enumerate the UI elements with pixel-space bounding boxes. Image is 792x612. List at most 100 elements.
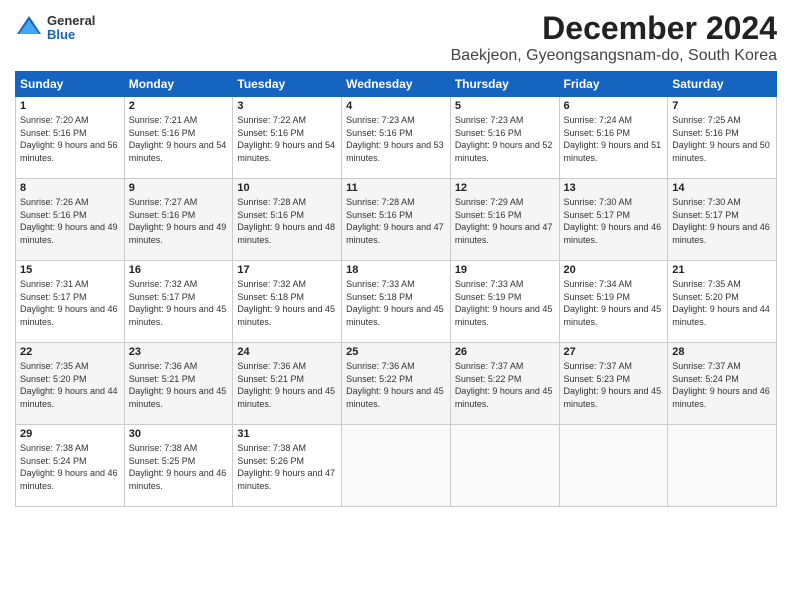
logo-general: General <box>47 14 95 28</box>
day-number: 26 <box>455 346 555 358</box>
calendar-week-row: 15 Sunrise: 7:31 AMSunset: 5:17 PMDayligh… <box>16 261 777 343</box>
day-number: 24 <box>237 346 337 358</box>
day-number: 15 <box>20 264 120 276</box>
table-row: 11 Sunrise: 7:28 AMSunset: 5:16 PMDayligh… <box>342 179 451 261</box>
day-number: 9 <box>129 182 229 194</box>
day-number: 2 <box>129 100 229 112</box>
day-info: Sunrise: 7:33 AMSunset: 5:18 PMDaylight:… <box>346 279 444 327</box>
table-row <box>342 425 451 507</box>
day-number: 27 <box>564 346 664 358</box>
day-info: Sunrise: 7:32 AMSunset: 5:17 PMDaylight:… <box>129 279 227 327</box>
day-number: 20 <box>564 264 664 276</box>
table-row: 25Sunrise: 7:36 AMSunset: 5:22 PMDayligh… <box>342 343 451 425</box>
day-number: 31 <box>237 428 337 440</box>
table-row: 12 Sunrise: 7:29 AMSunset: 5:16 PMDayligh… <box>450 179 559 261</box>
day-info: Sunrise: 7:37 AMSunset: 5:23 PMDaylight:… <box>564 361 662 409</box>
day-number: 1 <box>20 100 120 112</box>
table-row: 31 Sunrise: 7:38 AMSunset: 5:26 PMDayligh… <box>233 425 342 507</box>
day-info: Sunrise: 7:20 AMSunset: 5:16 PMDaylight:… <box>20 115 118 163</box>
page-subtitle: Baekjeon, Gyeongsangsnam-do, South Korea <box>451 47 777 65</box>
day-info: Sunrise: 7:28 AMSunset: 5:16 PMDaylight:… <box>237 197 335 245</box>
day-number: 3 <box>237 100 337 112</box>
day-number: 4 <box>346 100 446 112</box>
col-sunday: Sunday <box>16 72 125 97</box>
day-info: Sunrise: 7:38 AMSunset: 5:26 PMDaylight:… <box>237 443 335 491</box>
day-number: 19 <box>455 264 555 276</box>
day-number: 10 <box>237 182 337 194</box>
day-info: Sunrise: 7:24 AMSunset: 5:16 PMDaylight:… <box>564 115 662 163</box>
day-info: Sunrise: 7:33 AMSunset: 5:19 PMDaylight:… <box>455 279 553 327</box>
day-info: Sunrise: 7:38 AMSunset: 5:25 PMDaylight:… <box>129 443 227 491</box>
title-block: December 2024 Baekjeon, Gyeongsangsnam-d… <box>451 10 777 65</box>
table-row: 26 Sunrise: 7:37 AMSunset: 5:22 PMDayligh… <box>450 343 559 425</box>
col-friday: Friday <box>559 72 668 97</box>
table-row: 20 Sunrise: 7:34 AMSunset: 5:19 PMDayligh… <box>559 261 668 343</box>
table-row: 30Sunrise: 7:38 AMSunset: 5:25 PMDayligh… <box>124 425 233 507</box>
day-number: 8 <box>20 182 120 194</box>
table-row: 18 Sunrise: 7:33 AMSunset: 5:18 PMDayligh… <box>342 261 451 343</box>
day-number: 14 <box>672 182 772 194</box>
table-row: 16 Sunrise: 7:32 AMSunset: 5:17 PMDayligh… <box>124 261 233 343</box>
table-row: 22Sunrise: 7:35 AMSunset: 5:20 PMDayligh… <box>16 343 125 425</box>
header: General Blue December 2024 Baekjeon, Gye… <box>15 10 777 65</box>
day-number: 17 <box>237 264 337 276</box>
day-number: 25 <box>346 346 446 358</box>
table-row: 21Sunrise: 7:35 AMSunset: 5:20 PMDayligh… <box>668 261 777 343</box>
day-info: Sunrise: 7:23 AMSunset: 5:16 PMDaylight:… <box>455 115 553 163</box>
calendar-week-row: 29Sunrise: 7:38 AMSunset: 5:24 PMDayligh… <box>16 425 777 507</box>
logo: General Blue <box>15 14 95 43</box>
day-info: Sunrise: 7:37 AMSunset: 5:24 PMDaylight:… <box>672 361 770 409</box>
day-number: 28 <box>672 346 772 358</box>
table-row: 10 Sunrise: 7:28 AMSunset: 5:16 PMDayligh… <box>233 179 342 261</box>
day-info: Sunrise: 7:32 AMSunset: 5:18 PMDaylight:… <box>237 279 335 327</box>
table-row <box>668 425 777 507</box>
logo-icon <box>15 14 43 42</box>
calendar-header-row: Sunday Monday Tuesday Wednesday Thursday… <box>16 72 777 97</box>
table-row: 19 Sunrise: 7:33 AMSunset: 5:19 PMDayligh… <box>450 261 559 343</box>
table-row: 8Sunrise: 7:26 AMSunset: 5:16 PMDaylight… <box>16 179 125 261</box>
table-row: 7 Sunrise: 7:25 AMSunset: 5:16 PMDaylight… <box>668 97 777 179</box>
day-info: Sunrise: 7:23 AMSunset: 5:16 PMDaylight:… <box>346 115 444 163</box>
day-info: Sunrise: 7:29 AMSunset: 5:16 PMDaylight:… <box>455 197 553 245</box>
day-number: 6 <box>564 100 664 112</box>
table-row: 24Sunrise: 7:36 AMSunset: 5:21 PMDayligh… <box>233 343 342 425</box>
day-info: Sunrise: 7:30 AMSunset: 5:17 PMDaylight:… <box>672 197 770 245</box>
day-info: Sunrise: 7:25 AMSunset: 5:16 PMDaylight:… <box>672 115 770 163</box>
table-row: 3Sunrise: 7:22 AMSunset: 5:16 PMDaylight… <box>233 97 342 179</box>
day-info: Sunrise: 7:30 AMSunset: 5:17 PMDaylight:… <box>564 197 662 245</box>
col-monday: Monday <box>124 72 233 97</box>
day-info: Sunrise: 7:31 AMSunset: 5:17 PMDaylight:… <box>20 279 118 327</box>
day-number: 7 <box>672 100 772 112</box>
table-row: 13Sunrise: 7:30 AMSunset: 5:17 PMDayligh… <box>559 179 668 261</box>
calendar-week-row: 22Sunrise: 7:35 AMSunset: 5:20 PMDayligh… <box>16 343 777 425</box>
day-number: 18 <box>346 264 446 276</box>
table-row: 29Sunrise: 7:38 AMSunset: 5:24 PMDayligh… <box>16 425 125 507</box>
day-number: 22 <box>20 346 120 358</box>
table-row: 4 Sunrise: 7:23 AMSunset: 5:16 PMDaylight… <box>342 97 451 179</box>
day-number: 16 <box>129 264 229 276</box>
day-info: Sunrise: 7:36 AMSunset: 5:21 PMDaylight:… <box>129 361 227 409</box>
logo-text: General Blue <box>47 14 95 43</box>
col-thursday: Thursday <box>450 72 559 97</box>
day-number: 12 <box>455 182 555 194</box>
day-number: 29 <box>20 428 120 440</box>
day-number: 23 <box>129 346 229 358</box>
table-row <box>559 425 668 507</box>
table-row: 17 Sunrise: 7:32 AMSunset: 5:18 PMDayligh… <box>233 261 342 343</box>
col-tuesday: Tuesday <box>233 72 342 97</box>
table-row: 27 Sunrise: 7:37 AMSunset: 5:23 PMDayligh… <box>559 343 668 425</box>
day-info: Sunrise: 7:21 AMSunset: 5:16 PMDaylight:… <box>129 115 227 163</box>
table-row: 9Sunrise: 7:27 AMSunset: 5:16 PMDaylight… <box>124 179 233 261</box>
table-row: 2 Sunrise: 7:21 AMSunset: 5:16 PMDaylight… <box>124 97 233 179</box>
table-row: 28 Sunrise: 7:37 AMSunset: 5:24 PMDayligh… <box>668 343 777 425</box>
calendar-table: Sunday Monday Tuesday Wednesday Thursday… <box>15 71 777 507</box>
day-info: Sunrise: 7:28 AMSunset: 5:16 PMDaylight:… <box>346 197 444 245</box>
day-info: Sunrise: 7:34 AMSunset: 5:19 PMDaylight:… <box>564 279 662 327</box>
table-row: 6 Sunrise: 7:24 AMSunset: 5:16 PMDaylight… <box>559 97 668 179</box>
table-row: 23 Sunrise: 7:36 AMSunset: 5:21 PMDayligh… <box>124 343 233 425</box>
day-info: Sunrise: 7:37 AMSunset: 5:22 PMDaylight:… <box>455 361 553 409</box>
table-row: 15 Sunrise: 7:31 AMSunset: 5:17 PMDayligh… <box>16 261 125 343</box>
table-row: 5Sunrise: 7:23 AMSunset: 5:16 PMDaylight… <box>450 97 559 179</box>
col-wednesday: Wednesday <box>342 72 451 97</box>
day-number: 11 <box>346 182 446 194</box>
